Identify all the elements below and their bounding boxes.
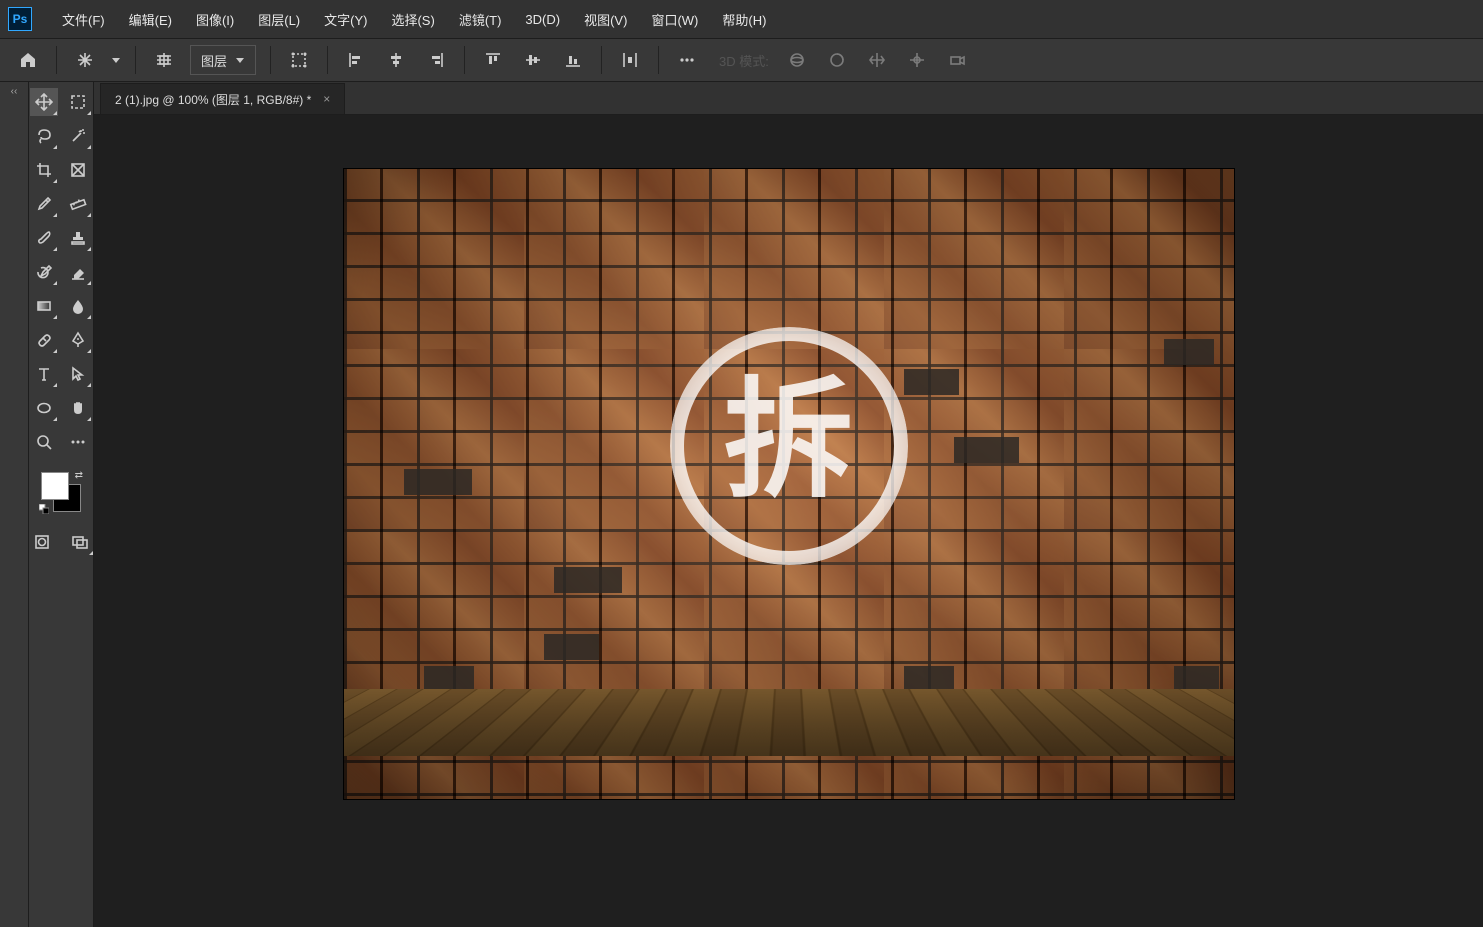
align-bottom-button[interactable]	[555, 44, 591, 76]
text-tool[interactable]	[30, 360, 58, 388]
chai-stamp: 拆	[670, 327, 908, 565]
menu-filter[interactable]: 滤镜(T)	[447, 6, 514, 33]
wood-floor	[344, 689, 1234, 756]
document-tab-bar: 2 (1).jpg @ 100% (图层 1, RGB/8#) * ×	[94, 82, 1483, 115]
foreground-color[interactable]	[41, 472, 69, 500]
document-area: 2 (1).jpg @ 100% (图层 1, RGB/8#) * × 拆	[94, 82, 1483, 927]
menu-view[interactable]: 视图(V)	[572, 6, 639, 33]
3d-orbit-button	[779, 44, 815, 76]
tool-preset-icon[interactable]	[67, 44, 103, 76]
align-vcenter-button[interactable]	[515, 44, 551, 76]
separator	[327, 46, 328, 74]
menu-layer[interactable]: 图层(L)	[246, 6, 312, 33]
eraser-tool[interactable]	[64, 258, 92, 286]
canvas[interactable]: 拆	[344, 169, 1234, 799]
menu-edit[interactable]: 编辑(E)	[117, 6, 184, 33]
workspace: ‹‹ ⇄	[0, 82, 1483, 927]
blur-tool[interactable]	[64, 292, 92, 320]
3d-roll-button	[819, 44, 855, 76]
menu-bar: Ps 文件(F) 编辑(E) 图像(I) 图层(L) 文字(Y) 选择(S) 滤…	[0, 0, 1483, 39]
move-tool[interactable]	[30, 88, 58, 116]
align-left-button[interactable]	[338, 44, 374, 76]
eyedropper-tool[interactable]	[30, 190, 58, 218]
spot-heal-tool[interactable]	[30, 326, 58, 354]
dark-brick	[1164, 339, 1214, 365]
marquee-tool[interactable]	[64, 88, 92, 116]
menu-select[interactable]: 选择(S)	[379, 6, 446, 33]
mode3d-label: 3D 模式:	[719, 51, 769, 70]
magic-wand-tool[interactable]	[64, 122, 92, 150]
tool-panel: ⇄	[29, 82, 94, 927]
ruler-tool[interactable]	[64, 190, 92, 218]
hand-tool[interactable]	[64, 394, 92, 422]
color-swatches[interactable]: ⇄	[39, 470, 83, 514]
crop-tool[interactable]	[30, 156, 58, 184]
quick-mask-button[interactable]	[28, 528, 56, 556]
separator	[658, 46, 659, 74]
screen-mode-button[interactable]	[66, 528, 94, 556]
dark-brick	[904, 369, 959, 395]
swap-colors-icon[interactable]: ⇄	[75, 470, 83, 481]
dark-brick	[404, 469, 472, 495]
path-select-tool[interactable]	[64, 360, 92, 388]
3d-pan-button	[859, 44, 895, 76]
more-tools[interactable]	[64, 428, 92, 456]
panel-collapse-strip[interactable]: ‹‹	[0, 82, 29, 927]
distribute-button[interactable]	[612, 44, 648, 76]
option-bar: 图层 3D 模式:	[0, 39, 1483, 82]
document-tab-title: 2 (1).jpg @ 100% (图层 1, RGB/8#) *	[115, 91, 311, 108]
more-options-button[interactable]	[669, 44, 705, 76]
canvas-viewport[interactable]: 拆	[94, 115, 1483, 927]
document-tab[interactable]: 2 (1).jpg @ 100% (图层 1, RGB/8#) * ×	[100, 83, 345, 114]
home-button[interactable]	[10, 44, 46, 76]
separator	[135, 46, 136, 74]
transform-controls-toggle[interactable]	[281, 44, 317, 76]
chai-char: 拆	[723, 377, 853, 507]
chevron-down-icon	[235, 55, 245, 65]
menu-window[interactable]: 窗口(W)	[639, 6, 710, 33]
separator	[601, 46, 602, 74]
zoom-tool[interactable]	[30, 428, 58, 456]
default-colors-icon[interactable]	[39, 504, 49, 514]
auto-select-check[interactable]	[146, 44, 182, 76]
close-tab-button[interactable]: ×	[323, 92, 330, 106]
menu-help[interactable]: 帮助(H)	[710, 6, 778, 33]
gradient-tool[interactable]	[30, 292, 58, 320]
app-logo: Ps	[8, 7, 32, 31]
menu-image[interactable]: 图像(I)	[184, 6, 246, 33]
tool-preset-dropdown[interactable]	[107, 44, 125, 76]
dark-brick	[1174, 666, 1219, 692]
stamp-tool[interactable]	[64, 224, 92, 252]
lasso-tool[interactable]	[30, 122, 58, 150]
separator	[270, 46, 271, 74]
align-top-button[interactable]	[475, 44, 511, 76]
dark-brick	[544, 634, 599, 660]
dark-brick	[954, 437, 1019, 463]
pen-tool[interactable]	[64, 326, 92, 354]
dark-brick	[554, 567, 622, 593]
chevron-left-icon: ‹‹	[11, 86, 18, 97]
menu-3d[interactable]: 3D(D)	[513, 8, 572, 31]
separator	[56, 46, 57, 74]
frame-tool[interactable]	[64, 156, 92, 184]
3d-slide-button	[899, 44, 935, 76]
menu-file[interactable]: 文件(F)	[50, 6, 117, 33]
ellipse-tool[interactable]	[30, 394, 58, 422]
separator	[464, 46, 465, 74]
menu-type[interactable]: 文字(Y)	[312, 6, 379, 33]
auto-select-dropdown[interactable]: 图层	[190, 45, 256, 75]
history-brush-tool[interactable]	[30, 258, 58, 286]
brush-tool[interactable]	[30, 224, 58, 252]
3d-camera-button	[939, 44, 975, 76]
align-right-button[interactable]	[418, 44, 454, 76]
auto-select-value: 图层	[201, 51, 227, 70]
align-hcenter-button[interactable]	[378, 44, 414, 76]
